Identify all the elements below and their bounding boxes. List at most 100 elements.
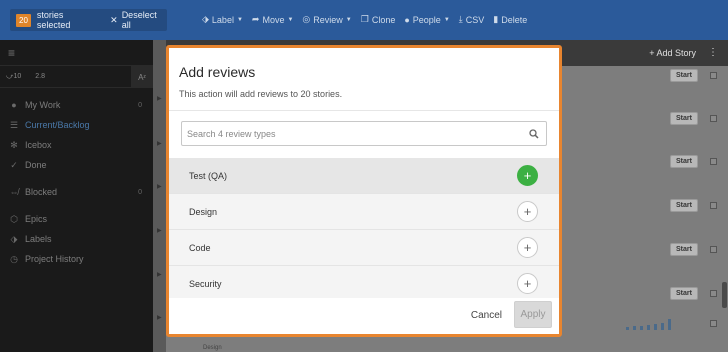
expand-arrow-icon[interactable]: ▶ [157, 271, 162, 278]
story-checkbox[interactable] [710, 158, 717, 165]
review-type-row-security[interactable]: Security + [169, 266, 559, 302]
csv-button-label: CSV [465, 14, 485, 25]
sidebar-item-label: Done [25, 160, 47, 170]
story-checkbox[interactable] [710, 290, 717, 297]
add-review-type-button[interactable]: + [517, 273, 538, 294]
person-icon: ● [404, 14, 410, 25]
review-type-label: Design [189, 206, 218, 217]
label-button[interactable]: ⬗ Label ▼ [202, 14, 243, 25]
review-type-label: Code [189, 242, 211, 253]
csv-button[interactable]: ⤓ CSV [459, 14, 485, 25]
expand-arrow-icon[interactable]: ▶ [157, 227, 162, 234]
sidebar-item-label: Labels [25, 234, 52, 244]
dialog-subtitle: This action will add reviews to 20 stori… [179, 89, 343, 99]
add-review-type-button[interactable]: + [517, 201, 538, 222]
hamburger-icon: ≡ [8, 45, 16, 60]
move-button-label: Move [262, 14, 285, 25]
bulk-actions: ⬗ Label ▼ ➦ Move ▼ ◎ Review ▼ ❐ Clone ● … [202, 14, 527, 25]
add-review-type-button[interactable]: + [517, 237, 538, 258]
review-type-search-input[interactable] [187, 128, 529, 139]
cancel-button[interactable]: Cancel [471, 310, 502, 321]
plus-icon: + [523, 276, 532, 291]
bulk-action-bar: 20 stories selected ✕ Deselect all ⬗ Lab… [0, 0, 728, 40]
search-area [169, 110, 559, 158]
sidebar-item-blocked[interactable]: ⇎ Blocked 0 [0, 182, 153, 202]
close-icon: ✕ [110, 14, 118, 25]
story-checkbox[interactable] [710, 202, 717, 209]
delete-button[interactable]: ▮ Delete [493, 14, 527, 25]
story-checkbox[interactable] [710, 246, 717, 253]
check-icon: ✓ [10, 159, 18, 170]
review-type-row-test-qa[interactable]: Test (QA) + [169, 158, 559, 194]
blocked-icon: ⇎ [9, 187, 19, 197]
review-type-row-code[interactable]: Code + [169, 230, 559, 266]
sidebar-item-current-backlog[interactable]: ☰ Current/Backlog [0, 115, 153, 135]
deselect-all-label: Deselect all [121, 10, 157, 30]
expand-arrow-icon[interactable]: ▶ [157, 95, 162, 102]
sidebar-item-labels[interactable]: ⬗ Labels [0, 229, 153, 249]
review-type-label: Security [189, 278, 222, 289]
caret-down-icon: ▼ [345, 16, 352, 23]
clone-button[interactable]: ❐ Clone [361, 14, 396, 25]
scrollbar[interactable] [722, 282, 727, 308]
sidebar-item-icebox[interactable]: ✻ Icebox [0, 135, 153, 155]
start-button[interactable]: Start [670, 112, 698, 125]
more-menu-icon[interactable]: ⋮ [708, 47, 718, 58]
start-button[interactable]: Start [670, 287, 698, 300]
clone-button-label: Clone [371, 14, 396, 25]
list-icon: ☰ [9, 119, 19, 130]
review-button-label: Review [313, 14, 343, 25]
start-button[interactable]: Start [670, 155, 698, 168]
sidebar-item-my-work[interactable]: ● My Work 0 [0, 95, 153, 115]
sidebar-item-label: Current/Backlog [25, 120, 90, 130]
plus-icon: + [523, 168, 532, 183]
plus-icon: + [523, 204, 532, 219]
caret-down-icon: ▼ [287, 16, 294, 23]
download-icon: ⤓ [458, 14, 463, 24]
start-button[interactable]: Start [670, 199, 698, 212]
sidebar-item-label: Icebox [25, 140, 52, 150]
expand-arrow-icon[interactable]: ▶ [157, 140, 162, 147]
snowflake-icon: ✻ [10, 139, 18, 150]
start-button[interactable]: Start [670, 69, 698, 82]
review-type-row-design[interactable]: Design + [169, 194, 559, 230]
apply-button[interactable]: Apply [514, 301, 552, 328]
sidebar: ≡ ⤻10 2.8 Az ● My Work 0 ☰ Current/Backl… [0, 40, 153, 352]
caret-down-icon: ▼ [443, 16, 450, 23]
trash-icon: ▮ [493, 14, 499, 24]
epic-icon: ⬡ [10, 213, 18, 224]
sort-az-button[interactable]: Az [131, 66, 153, 88]
story-checkbox[interactable] [710, 115, 717, 122]
sidebar-item-label: My Work [25, 100, 61, 110]
deselect-all-button[interactable]: ✕ Deselect all [110, 10, 167, 30]
history-icon: ◷ [10, 253, 18, 264]
story-checkbox[interactable] [710, 320, 717, 327]
expand-arrow-icon[interactable]: ▶ [157, 314, 162, 321]
delete-button-label: Delete [501, 14, 528, 25]
selected-count-badge: 20 [16, 13, 31, 27]
selection-summary: 20 stories selected ✕ Deselect all [10, 9, 167, 31]
story-label-text: Design [203, 345, 222, 351]
sidebar-item-label: Epics [25, 214, 48, 224]
mini-chart [626, 319, 671, 330]
menu-button[interactable]: ≡ [0, 40, 153, 66]
people-button[interactable]: ● People ▼ [404, 14, 449, 25]
review-icon: ◎ [302, 14, 311, 24]
arrow-icon: ➦ [251, 14, 260, 24]
label-button-label: Label [211, 14, 234, 25]
move-button[interactable]: ➦ Move ▼ [252, 14, 294, 25]
add-story-button[interactable]: + Add Story [649, 48, 696, 58]
start-button[interactable]: Start [670, 243, 698, 256]
sidebar-item-done[interactable]: ✓ Done [0, 155, 153, 175]
add-review-type-button[interactable]: + [517, 165, 538, 186]
sidebar-item-project-history[interactable]: ◷ Project History [0, 249, 153, 269]
review-type-label: Test (QA) [189, 170, 228, 181]
tag-icon: ⬗ [202, 14, 209, 24]
person-icon: ● [11, 100, 17, 110]
sidebar-item-count: 0 [138, 188, 142, 196]
sidebar-item-epics[interactable]: ⬡ Epics [0, 209, 153, 229]
story-checkbox[interactable] [710, 72, 717, 79]
review-button[interactable]: ◎ Review ▼ [302, 14, 351, 25]
expand-arrow-icon[interactable]: ▶ [157, 183, 162, 190]
sidebar-item-label: Project History [25, 254, 84, 264]
